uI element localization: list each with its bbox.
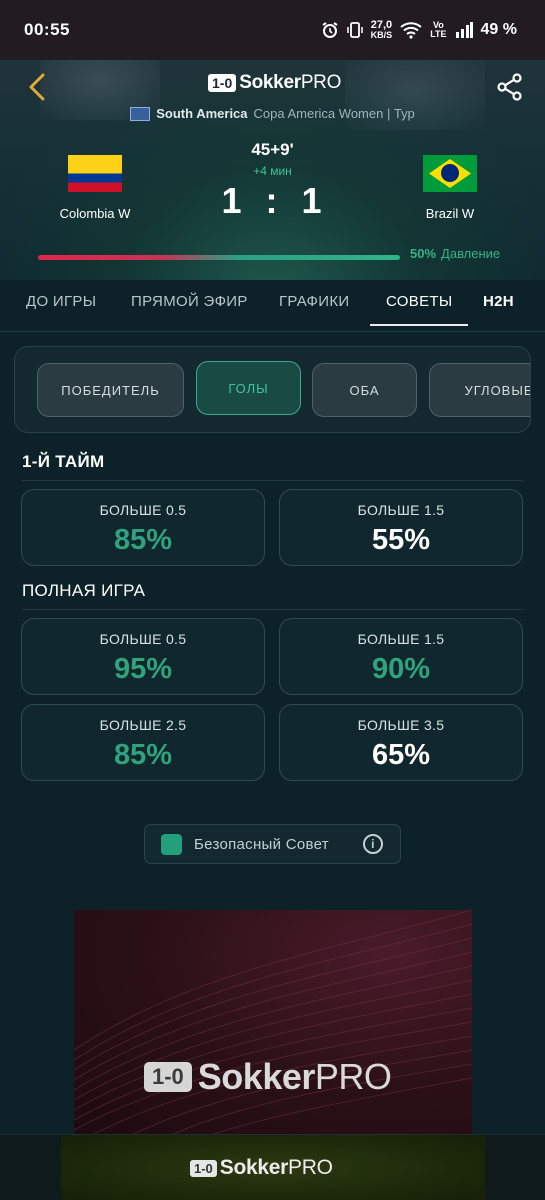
bottom-ad-logo: 1-0 SokkerPRO	[190, 1156, 333, 1180]
filter-corners[interactable]: УГЛОВЫЕ	[429, 363, 530, 417]
ad-banner[interactable]: 1-0 SokkerPRO	[74, 910, 472, 1134]
tip-label: БОЛЬШЕ 1.5	[357, 502, 445, 518]
tip-card[interactable]: БОЛЬШЕ 0.5 85%	[21, 489, 265, 566]
section-title-full-game: ПОЛНАЯ ИГРА	[22, 581, 146, 600]
region-flag-icon	[130, 106, 151, 121]
ad-logo-suffix: PRO	[314, 1056, 392, 1097]
away-team-name: Brazil W	[425, 206, 475, 221]
status-bar: 00:55 27,0 KB/S Vo LTE 49 %	[0, 0, 545, 60]
tab-pre-match[interactable]: ДО ИГРЫ	[26, 280, 96, 330]
chevron-left-icon	[29, 73, 45, 101]
back-button[interactable]	[22, 72, 52, 102]
wifi-icon	[400, 22, 422, 39]
tab-live[interactable]: ПРЯМОЙ ЭФИР	[131, 280, 248, 330]
bottom-ad-badge: 1-0	[190, 1159, 217, 1177]
league-name: Copa America Women | Тур	[253, 106, 415, 121]
brazil-flag-icon	[423, 155, 477, 192]
filter-winner[interactable]: ПОБЕДИТЕЛЬ	[37, 363, 184, 417]
alarm-icon	[322, 22, 338, 38]
tip-label: БОЛЬШЕ 0.5	[99, 631, 187, 647]
pressure-value: 50%	[410, 246, 437, 261]
bottom-ad-text: SokkerPRO	[220, 1156, 333, 1180]
tip-value: 85%	[113, 739, 173, 771]
share-icon	[497, 73, 522, 101]
safe-tip-label: Безопасный Совет	[194, 835, 329, 853]
logo-name: Sokker	[239, 72, 301, 93]
volte-indicator: Vo LTE	[430, 21, 446, 39]
vibrate-icon	[346, 22, 363, 38]
ad-logo-name: Sokker	[197, 1056, 316, 1097]
speed-unit: KB/S	[370, 30, 393, 40]
ad-wave-pattern	[74, 910, 472, 1134]
pressure-label: Давление	[441, 246, 501, 261]
tip-label: БОЛЬШЕ 2.5	[99, 717, 187, 733]
info-icon[interactable]: i	[363, 834, 383, 854]
tip-value: 55%	[371, 524, 431, 556]
tip-value: 95%	[113, 653, 173, 685]
battery-level: 49 %	[480, 21, 517, 38]
tip-label: БОЛЬШЕ 1.5	[357, 631, 445, 647]
status-time: 00:55	[24, 20, 70, 39]
tab-h2h[interactable]: H2H	[483, 280, 514, 330]
region-name: South America	[156, 106, 248, 121]
away-team[interactable]: Brazil W	[375, 155, 525, 221]
ad-logo-badge: 1-0	[144, 1062, 192, 1092]
tip-value: 85%	[113, 524, 173, 556]
tip-label: БОЛЬШЕ 0.5	[99, 502, 187, 518]
tip-card[interactable]: БОЛЬШЕ 0.5 95%	[21, 618, 265, 695]
tip-label: БОЛЬШЕ 3.5	[357, 717, 445, 733]
safe-tip-legend: Безопасный Совет i	[144, 824, 401, 864]
share-button[interactable]	[495, 72, 525, 102]
match-header: 1-0 SokkerPRO South America Copa America…	[0, 60, 545, 280]
ad-logo: 1-0 SokkerPRO	[144, 1056, 392, 1098]
app-logo: 1-0 SokkerPRO	[208, 72, 341, 94]
away-score: 1	[301, 180, 324, 221]
network-speed: 27,0 KB/S	[371, 20, 393, 40]
tip-category-filters: ПОБЕДИТЕЛЬ ГОЛЫ ОБА УГЛОВЫЕ	[14, 346, 531, 433]
pressure-bar	[38, 255, 400, 260]
safe-tip-color-swatch	[161, 833, 182, 855]
section-title-first-half: 1-Й ТАЙМ	[22, 452, 105, 471]
match-tabs: ДО ИГРЫ ПРЯМОЙ ЭФИР ГРАФИКИ СОВЕТЫ H2H	[0, 280, 545, 332]
tip-value: 65%	[371, 739, 431, 771]
logo-badge: 1-0	[208, 74, 237, 92]
signal-icon	[455, 22, 473, 38]
tab-charts[interactable]: ГРАФИКИ	[279, 280, 349, 330]
section-divider	[22, 480, 523, 481]
home-score: 1	[221, 180, 244, 221]
competition-line: South America Copa America Women | Тур	[0, 106, 545, 121]
tip-value: 90%	[371, 653, 431, 685]
tab-tips[interactable]: СОВЕТЫ	[369, 280, 469, 330]
bottom-ad-name: Sokker	[219, 1156, 289, 1179]
bottom-ad-banner[interactable]: 1-0 SokkerPRO	[0, 1134, 545, 1200]
tip-card[interactable]: БОЛЬШЕ 1.5 90%	[279, 618, 523, 695]
volte-bottom: LTE	[430, 29, 447, 39]
score-separator: :	[265, 180, 280, 221]
filter-goals[interactable]: ГОЛЫ	[196, 361, 301, 415]
logo-suffix: PRO	[300, 72, 342, 93]
status-icons: 27,0 KB/S Vo LTE 49 %	[321, 20, 517, 40]
filter-both[interactable]: ОБА	[312, 363, 417, 417]
section-divider	[22, 609, 523, 610]
pressure-indicator: 50% Давление	[410, 246, 500, 261]
tip-card[interactable]: БОЛЬШЕ 2.5 85%	[21, 704, 265, 781]
tip-card[interactable]: БОЛЬШЕ 3.5 65%	[279, 704, 523, 781]
bottom-ad-suffix: PRO	[288, 1156, 333, 1179]
tip-card[interactable]: БОЛЬШЕ 1.5 55%	[279, 489, 523, 566]
logo-text: SokkerPRO	[239, 72, 341, 94]
ad-logo-text: SokkerPRO	[198, 1056, 392, 1098]
